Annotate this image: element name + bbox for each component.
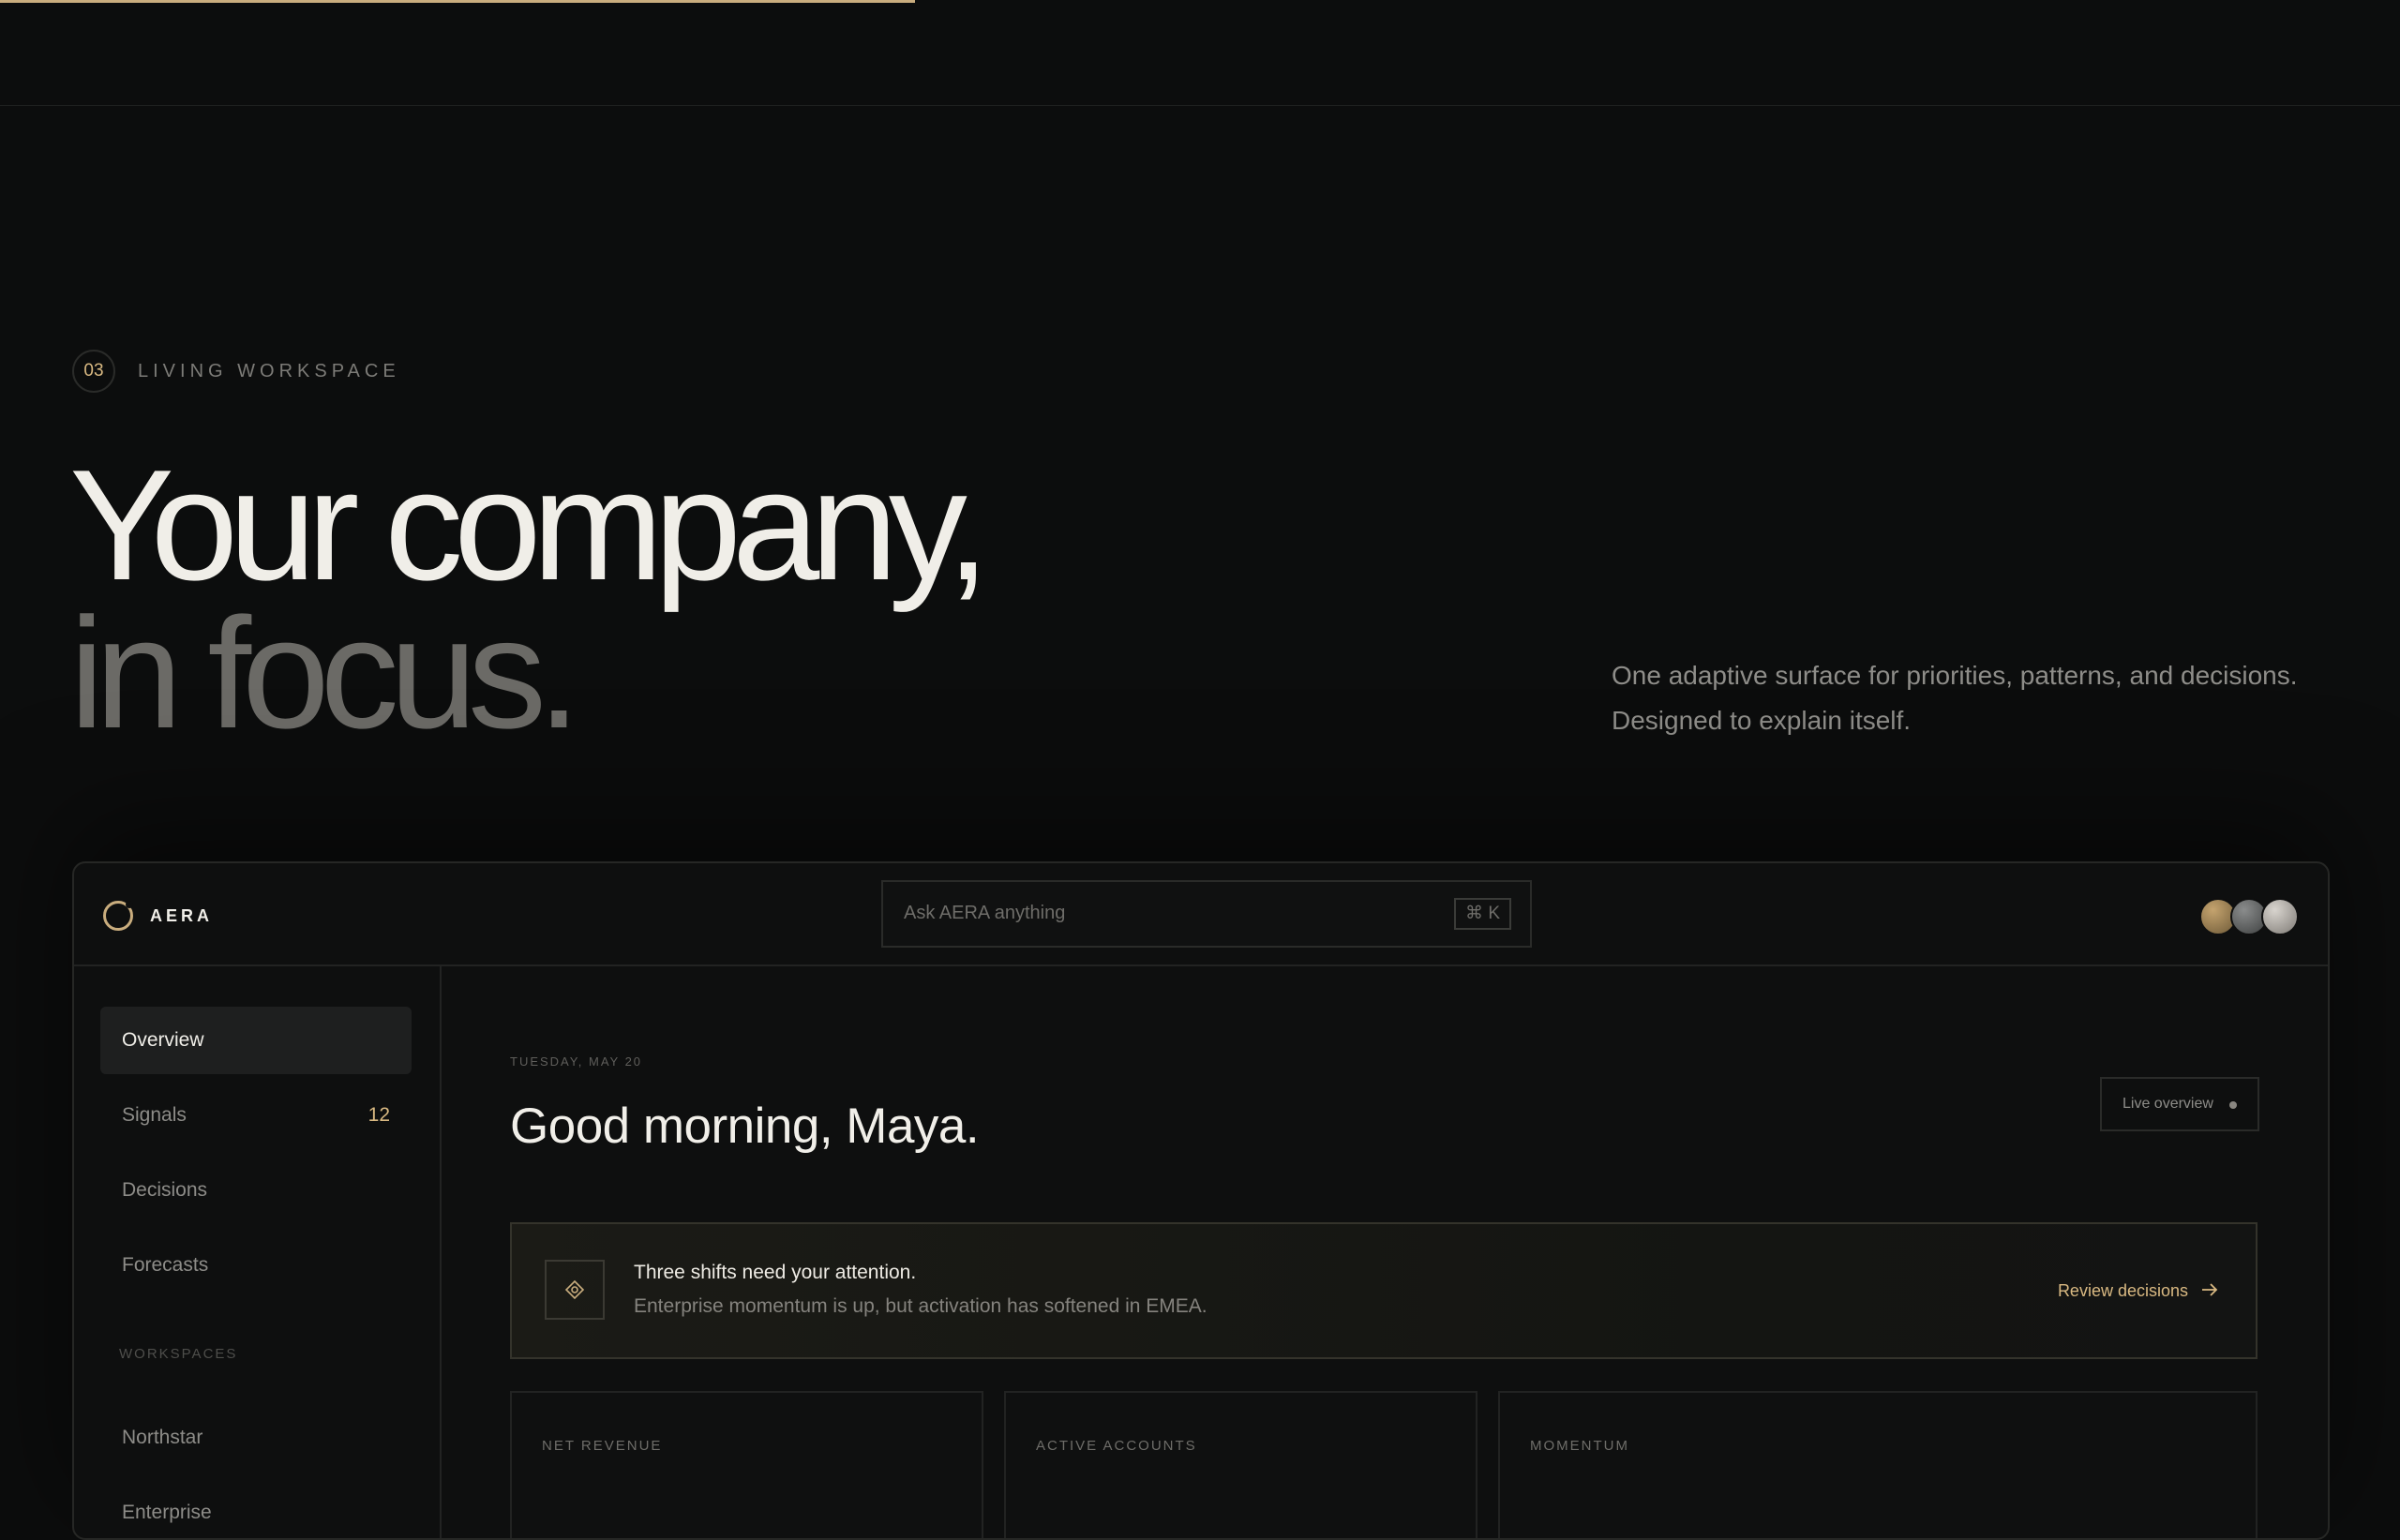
brand-logo[interactable]: AERA <box>103 901 213 931</box>
alert-text: Enterprise momentum is up, but activatio… <box>634 1295 1208 1317</box>
sidebar: Overview Signals 12 Decisions Forecasts … <box>74 966 442 1538</box>
search-input[interactable] <box>902 882 1431 944</box>
live-overview-label: Live overview <box>2122 1096 2213 1112</box>
card-label: ACTIVE ACCOUNTS <box>1036 1438 1197 1454</box>
sidebar-item-label: Decisions <box>122 1179 208 1201</box>
sidebar-item-overview[interactable]: Overview <box>100 1007 412 1074</box>
sidebar-item-label: Signals <box>122 1104 187 1126</box>
hero-subtitle-line-1: One adaptive surface for priorities, pat… <box>1612 661 2298 690</box>
search-bar[interactable]: ⌘ K <box>881 880 1532 948</box>
card-label: NET REVENUE <box>542 1438 663 1454</box>
sidebar-item-forecasts[interactable]: Forecasts <box>100 1232 412 1299</box>
avatar-group[interactable] <box>2199 898 2299 935</box>
top-divider <box>0 105 2400 106</box>
review-decisions-label: Review decisions <box>2057 1281 2188 1300</box>
sidebar-item-label: Northstar <box>122 1427 203 1448</box>
signals-count-badge: 12 <box>368 1104 390 1126</box>
live-overview-toggle[interactable]: Live overview <box>2100 1077 2259 1131</box>
signal-diamond-icon <box>545 1260 605 1320</box>
current-date: TUESDAY, MAY 20 <box>510 1054 643 1069</box>
alert-title: Three shifts need your attention. <box>634 1262 917 1283</box>
momentum-card[interactable]: MOMENTUM <box>1498 1391 2258 1538</box>
avatar[interactable] <box>2261 898 2299 935</box>
section-number: 03 <box>72 350 115 393</box>
logo-ring-icon <box>103 901 133 931</box>
section-tag: 03 LIVING WORKSPACE <box>72 350 400 393</box>
net-revenue-card[interactable]: NET REVENUE <box>510 1391 983 1538</box>
arrow-right-icon <box>2201 1281 2218 1301</box>
sidebar-item-label: Forecasts <box>122 1254 209 1276</box>
hero-subtitle: One adaptive surface for priorities, pat… <box>1612 653 2298 743</box>
sidebar-item-label: Overview <box>122 1029 204 1051</box>
workspaces-heading: WORKSPACES <box>119 1346 238 1362</box>
live-status-dot <box>2229 1101 2237 1109</box>
scroll-progress-bar <box>0 0 915 3</box>
sidebar-item-northstar[interactable]: Northstar <box>100 1404 412 1472</box>
hero-subtitle-line-2: Designed to explain itself. <box>1612 706 1912 735</box>
hero-title-line-1: Your company, <box>69 437 990 613</box>
sidebar-item-signals[interactable]: Signals 12 <box>100 1082 412 1149</box>
hero-title-line-2: in focus. <box>69 585 581 761</box>
app-header: AERA ⌘ K <box>74 863 2328 966</box>
sidebar-item-enterprise[interactable]: Enterprise <box>100 1479 412 1538</box>
main-content: TUESDAY, MAY 20 Good morning, Maya. Live… <box>440 966 2328 1538</box>
active-accounts-card[interactable]: ACTIVE ACCOUNTS <box>1004 1391 1478 1538</box>
section-label: LIVING WORKSPACE <box>138 360 400 381</box>
sidebar-item-label: Enterprise <box>122 1502 212 1523</box>
app-window: AERA ⌘ K Overview Signals 12 Decisions F… <box>72 861 2330 1540</box>
greeting-title: Good morning, Maya. <box>510 1099 980 1154</box>
review-decisions-link[interactable]: Review decisions <box>2058 1281 2218 1301</box>
brand-name: AERA <box>150 905 214 925</box>
card-label: MOMENTUM <box>1530 1438 1629 1454</box>
sidebar-item-decisions[interactable]: Decisions <box>100 1157 412 1224</box>
attention-alert: Three shifts need your attention. Enterp… <box>510 1222 2258 1359</box>
search-shortcut-hint: ⌘ K <box>1454 898 1511 930</box>
